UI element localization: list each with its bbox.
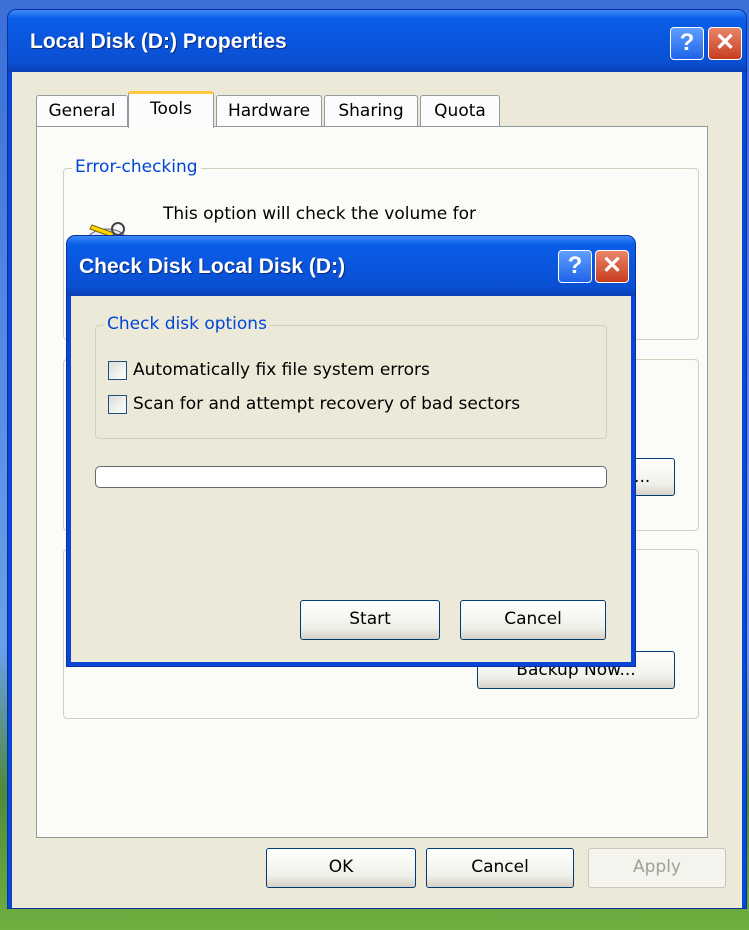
dialog-title: Check Disk Local Disk (D:) <box>79 255 346 278</box>
check-disk-options-group: Check disk options Automatically fix fil… <box>95 314 607 439</box>
tab-sharing[interactable]: Sharing <box>324 95 418 127</box>
tab-tools[interactable]: Tools <box>128 91 214 128</box>
scan-bad-sectors-label: Scan for and attempt recovery of bad sec… <box>133 394 521 414</box>
window-title: Local Disk (D:) Properties <box>30 30 287 53</box>
check-disk-dialog: Check Disk Local Disk (D:) ? ✕ Check dis… <box>67 236 635 666</box>
dialog-cancel-button[interactable]: Cancel <box>460 600 606 640</box>
auto-fix-option[interactable]: Automatically fix file system errors <box>108 360 430 380</box>
scan-bad-sectors-option[interactable]: Scan for and attempt recovery of bad sec… <box>108 394 520 414</box>
dialog-close-button[interactable]: ✕ <box>595 250 629 283</box>
ok-button[interactable]: OK <box>266 848 416 888</box>
dialog-help-button[interactable]: ? <box>558 250 592 283</box>
cancel-button[interactable]: Cancel <box>426 848 574 888</box>
close-button[interactable]: ✕ <box>708 27 742 60</box>
check-disk-options-label: Check disk options <box>104 314 270 334</box>
auto-fix-checkbox[interactable] <box>108 360 127 380</box>
auto-fix-label: Automatically fix file system errors <box>133 360 430 380</box>
apply-button[interactable]: Apply <box>588 848 726 888</box>
tab-general[interactable]: General <box>36 95 128 127</box>
start-button[interactable]: Start <box>300 600 440 640</box>
tab-quota[interactable]: Quota <box>420 95 500 127</box>
check-disk-client: Check disk options Automatically fix fil… <box>71 296 631 662</box>
check-disk-titlebar[interactable]: Check Disk Local Disk (D:) ? ✕ <box>67 236 635 296</box>
tab-hardware[interactable]: Hardware <box>216 95 322 127</box>
help-button[interactable]: ? <box>670 27 704 60</box>
error-checking-label: Error-checking <box>72 157 201 177</box>
scan-bad-sectors-checkbox[interactable] <box>108 394 127 414</box>
check-disk-progress-bar <box>95 466 607 488</box>
error-checking-description: This option will check the volume for <box>163 204 477 224</box>
properties-titlebar[interactable]: Local Disk (D:) Properties ? ✕ <box>8 10 746 72</box>
